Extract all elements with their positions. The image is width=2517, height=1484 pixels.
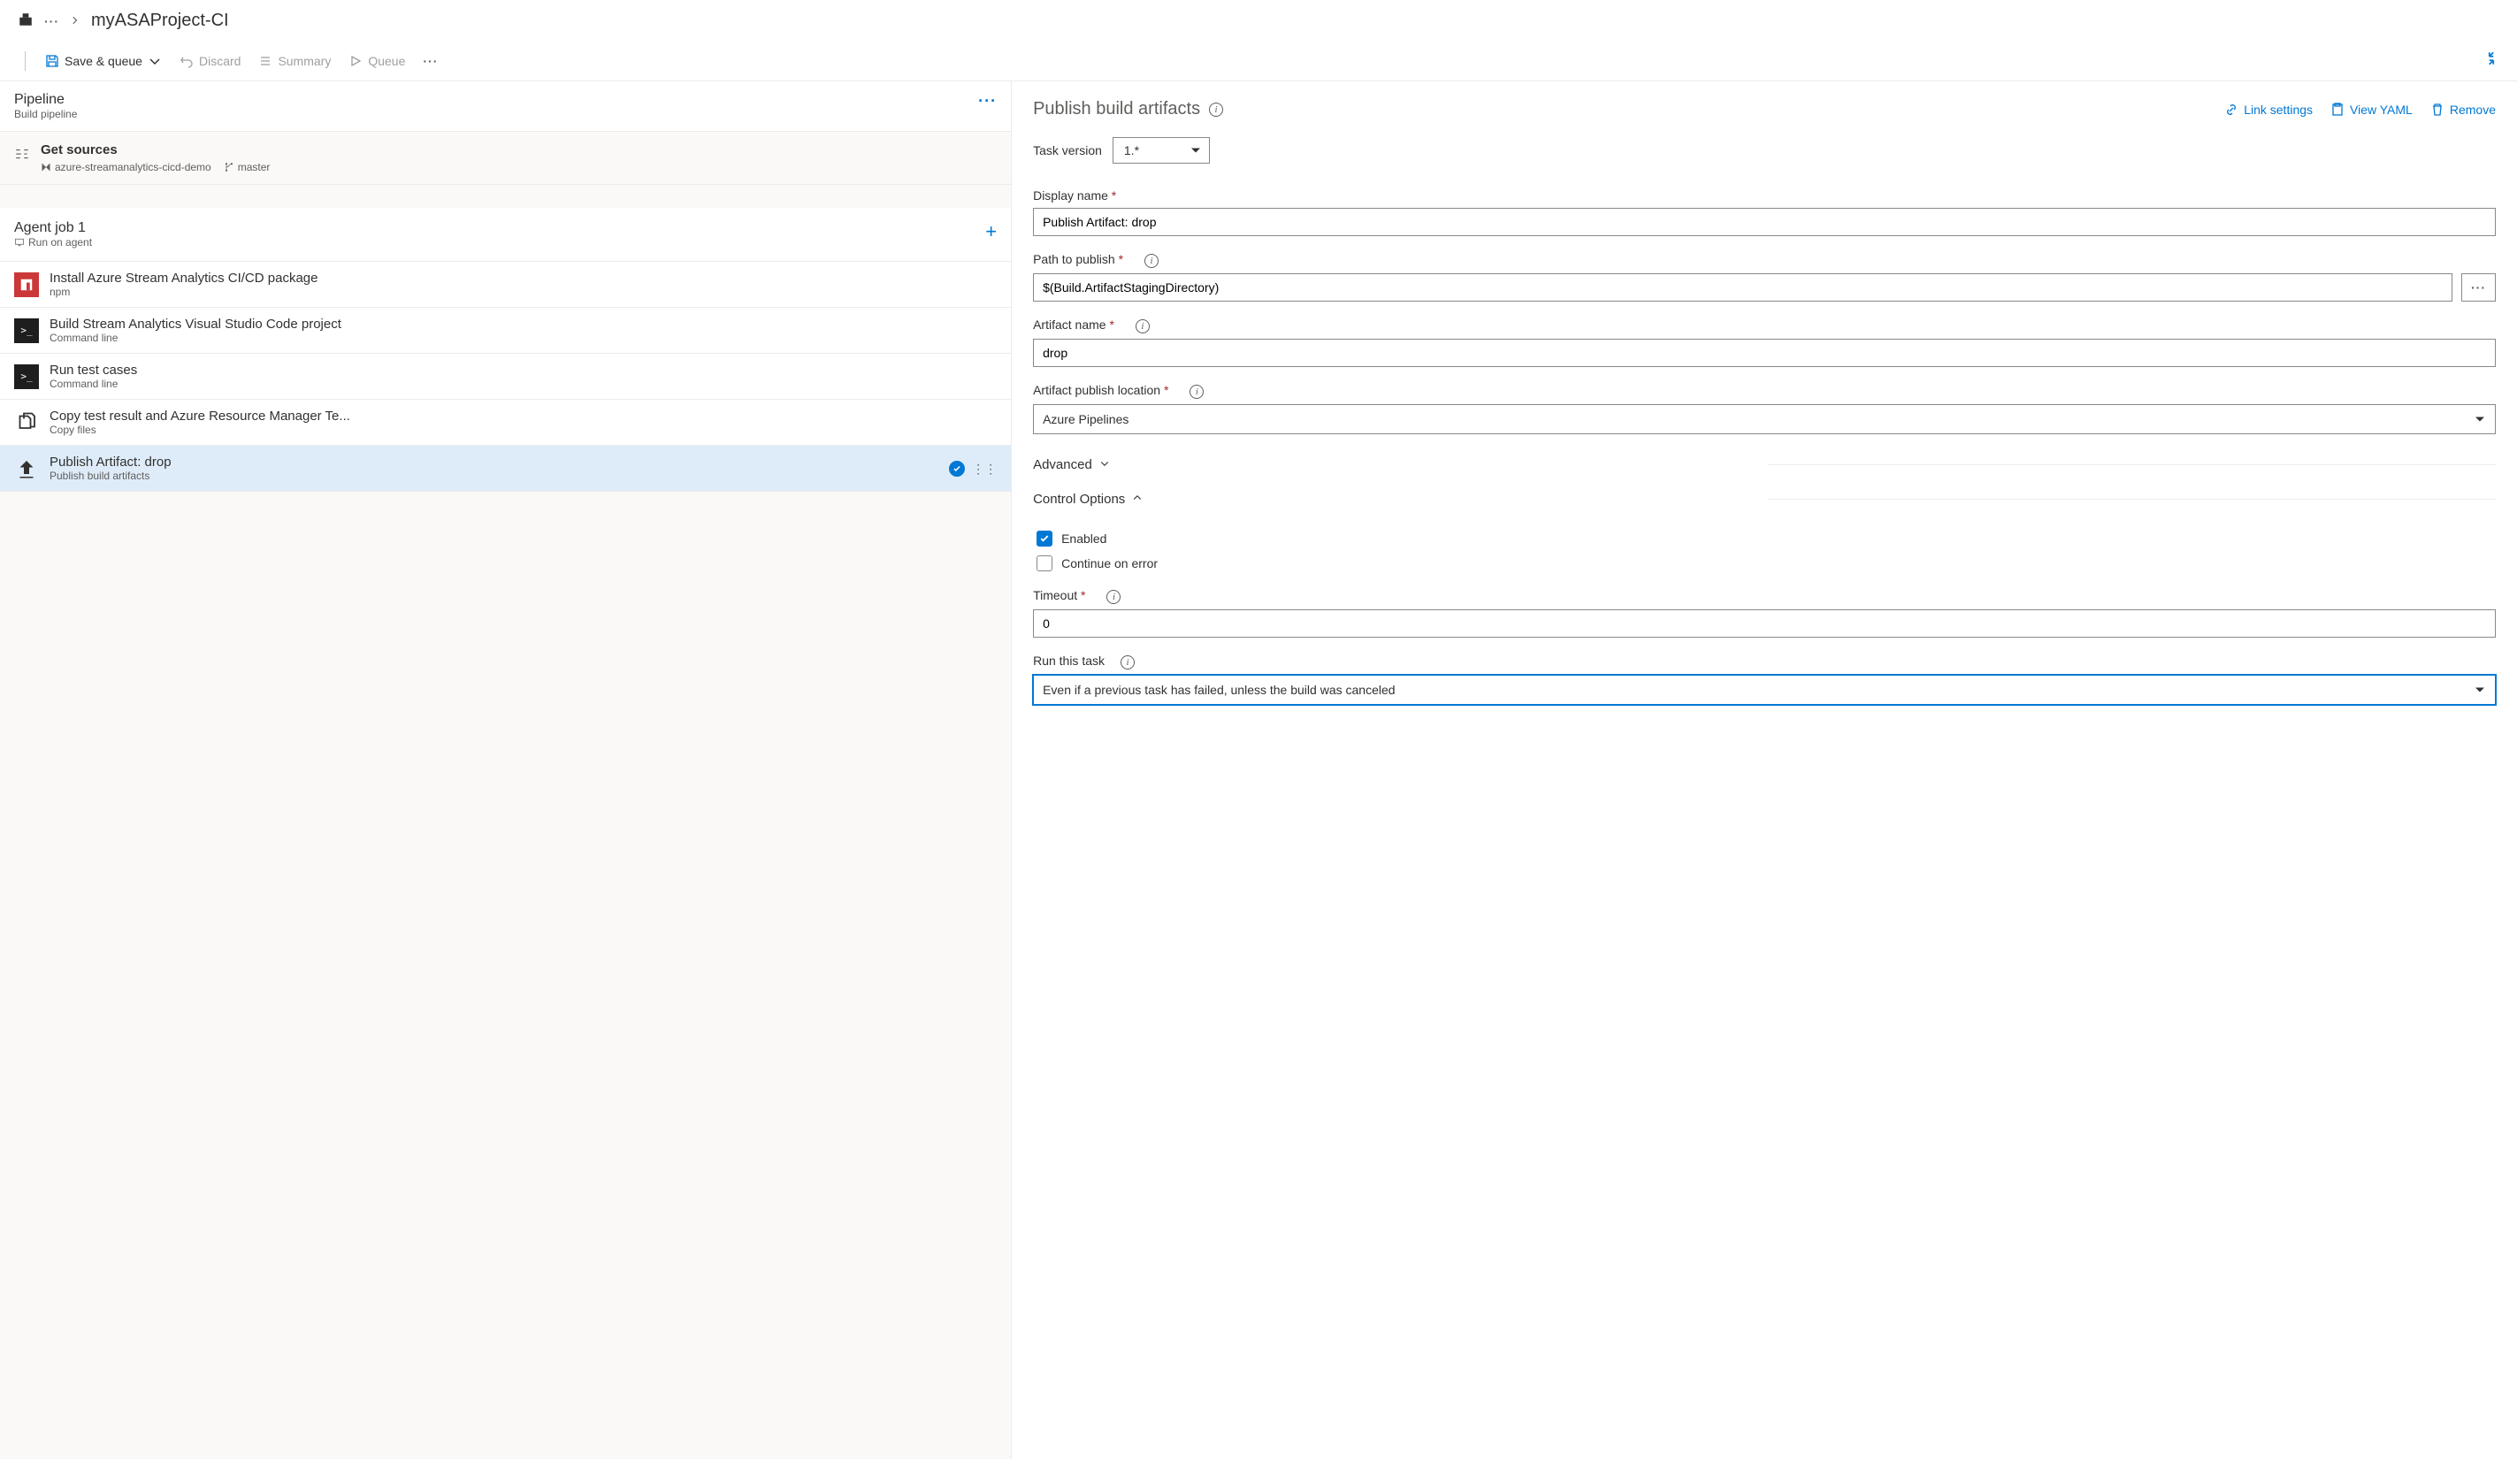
enabled-checkbox[interactable] [1037,531,1052,547]
trash-icon [2430,103,2444,117]
continue-label: Continue on error [1061,556,1158,570]
task-subtitle: Command line [50,332,341,344]
breadcrumb-ellipsis[interactable]: ··· [44,14,59,28]
summary-button[interactable]: Summary [249,49,340,73]
pipeline-more[interactable]: ··· [978,92,997,111]
chevron-up-icon [1132,492,1143,507]
project-icon[interactable] [18,11,34,30]
breadcrumb: ··· myASAProject-CI [0,0,2517,42]
info-icon[interactable]: i [1209,103,1223,117]
sources-icon [14,146,30,162]
task-version-select[interactable]: 1.* [1113,137,1210,164]
continue-checkbox[interactable] [1037,555,1052,571]
task-publish-artifact[interactable]: Publish Artifact: drop Publish build art… [0,446,1011,492]
task-subtitle: npm [50,286,317,298]
toolbar: Save & queue Discard Summary Queue ··· [0,42,2517,81]
task-subtitle: Command line [50,378,137,390]
info-icon[interactable]: i [1106,590,1121,604]
continue-checkbox-row: Continue on error [1037,551,2496,576]
add-task-button[interactable]: + [985,220,997,243]
save-queue-button[interactable]: Save & queue [36,49,171,73]
repo-icon [41,162,51,172]
clipboard-icon [2330,103,2345,117]
info-icon[interactable]: i [1144,254,1159,268]
artifact-name-label: Artifact name *i [1033,317,1150,333]
drag-handle[interactable]: ⋮⋮ [972,466,997,471]
task-title: Build Stream Analytics Visual Studio Cod… [50,317,341,332]
run-task-select[interactable]: Even if a previous task has failed, unle… [1033,675,2496,705]
upload-icon [14,456,39,481]
repo-name: azure-streamanalytics-cicd-demo [55,161,211,173]
pipeline-name[interactable]: myASAProject-CI [91,11,229,31]
cmd-icon: >_ [14,364,39,389]
queue-button[interactable]: Queue [340,49,414,73]
discard-button[interactable]: Discard [171,49,249,73]
run-task-label: Run this taski [1033,654,1135,669]
task-title: Install Azure Stream Analytics CI/CD pac… [50,271,317,286]
save-icon [45,54,59,68]
more-actions[interactable]: ··· [414,49,447,73]
enabled-checkbox-row: Enabled [1037,526,2496,551]
artifact-name-input[interactable] [1033,339,2496,367]
task-install-cicd[interactable]: Install Azure Stream Analytics CI/CD pac… [0,262,1011,308]
pipeline-header[interactable]: Pipeline Build pipeline ··· [0,81,1011,132]
task-detail: Publish build artifacts i Link settings … [1012,81,2517,1459]
get-sources[interactable]: Get sources azure-streamanalytics-cicd-d… [0,132,1011,185]
chevron-down-icon [1099,457,1110,472]
pipeline-title: Pipeline [14,92,77,108]
enabled-label: Enabled [1061,532,1106,546]
browse-button[interactable]: ··· [2461,273,2496,302]
undo-icon [180,54,194,68]
agent-job[interactable]: Agent job 1 Run on agent + [0,208,1011,262]
task-subtitle: Publish build artifacts [50,470,172,482]
task-run-tests[interactable]: >_ Run test cases Command line [0,354,1011,400]
path-input[interactable] [1033,273,2452,302]
display-name-label: Display name * [1033,188,1116,203]
branch-name: master [238,161,271,173]
remove-button[interactable]: Remove [2430,103,2496,117]
npm-icon [14,272,39,297]
play-icon [348,54,363,68]
copy-icon [14,410,39,435]
view-yaml-button[interactable]: View YAML [2330,103,2413,117]
collapse-button[interactable] [2483,50,2499,69]
left-pane: Pipeline Build pipeline ··· Get sources … [0,81,1012,1459]
path-label: Path to publish *i [1033,252,1159,268]
chevron-down-icon [148,54,162,68]
publish-location-select[interactable]: Azure Pipelines [1033,404,2496,434]
advanced-toggle[interactable]: Advanced [1033,450,1761,479]
task-version-label: Task version [1033,143,1102,157]
task-subtitle: Copy files [50,424,350,436]
chevron-right-icon [70,14,80,28]
list-icon [258,54,272,68]
cmd-icon: >_ [14,318,39,343]
task-title: Run test cases [50,363,137,378]
publish-location-label: Artifact publish location *i [1033,383,1204,399]
info-icon[interactable]: i [1136,319,1150,333]
agent-icon [14,237,25,248]
pipeline-subtitle: Build pipeline [14,108,77,120]
info-icon[interactable]: i [1121,655,1135,669]
agent-subtitle: Run on agent [28,236,92,249]
control-options-toggle[interactable]: Control Options [1033,485,1761,514]
link-settings-button[interactable]: Link settings [2224,103,2313,117]
task-build-project[interactable]: >_ Build Stream Analytics Visual Studio … [0,308,1011,354]
check-icon [949,461,965,477]
timeout-input[interactable] [1033,609,2496,638]
task-copy-files[interactable]: Copy test result and Azure Resource Mana… [0,400,1011,446]
agent-title: Agent job 1 [14,220,92,236]
collapse-icon [2483,50,2499,66]
task-title: Copy test result and Azure Resource Mana… [50,409,350,424]
detail-title: Publish build artifacts [1033,99,1200,119]
info-icon[interactable]: i [1190,385,1204,399]
sources-title: Get sources [41,142,270,157]
task-title: Publish Artifact: drop [50,455,172,470]
branch-icon [224,162,234,172]
timeout-label: Timeout *i [1033,588,1121,604]
link-icon [2224,103,2238,117]
display-name-input[interactable] [1033,208,2496,236]
